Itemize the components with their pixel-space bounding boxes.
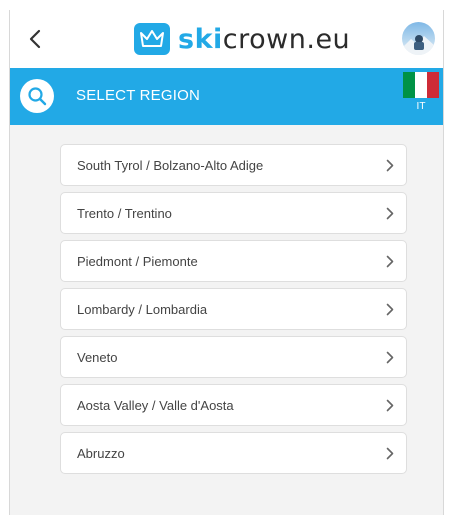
chevron-right-icon <box>386 399 394 412</box>
app-frame: skicrown.eu SELECT REGION IT South Tyrol… <box>9 10 444 515</box>
avatar-image <box>402 35 435 55</box>
region-item[interactable]: Trento / Trentino <box>60 192 407 234</box>
user-avatar[interactable] <box>402 22 435 55</box>
region-list: South Tyrol / Bolzano-Alto Adige Trento … <box>60 144 407 474</box>
logo-suffix: crown.eu <box>222 23 351 55</box>
region-item[interactable]: South Tyrol / Bolzano-Alto Adige <box>60 144 407 186</box>
region-label: Abruzzo <box>77 445 125 461</box>
logo-prefix: ski <box>178 23 223 55</box>
chevron-right-icon <box>386 447 394 460</box>
region-label: Aosta Valley / Valle d'Aosta <box>77 397 234 413</box>
chevron-right-icon <box>386 303 394 316</box>
italy-flag-icon <box>403 72 439 98</box>
region-label: Piedmont / Piemonte <box>77 253 198 269</box>
region-label: Trento / Trentino <box>77 205 172 221</box>
region-item[interactable]: Abruzzo <box>60 432 407 474</box>
region-label: Veneto <box>77 349 118 365</box>
country-selector[interactable]: IT <box>401 72 441 120</box>
chevron-right-icon <box>386 255 394 268</box>
country-code: IT <box>416 101 426 112</box>
chevron-right-icon <box>386 159 394 172</box>
chevron-right-icon <box>386 351 394 364</box>
region-label: Lombardy / Lombardia <box>77 301 208 317</box>
region-item[interactable]: Veneto <box>60 336 407 378</box>
chevron-right-icon <box>386 207 394 220</box>
top-bar: skicrown.eu <box>10 10 443 68</box>
chevron-left-icon <box>29 29 41 49</box>
region-label: South Tyrol / Bolzano-Alto Adige <box>77 157 264 173</box>
back-button[interactable] <box>22 26 48 52</box>
logo-text: skicrown.eu <box>178 26 350 53</box>
region-item[interactable]: Aosta Valley / Valle d'Aosta <box>60 384 407 426</box>
app-logo[interactable]: skicrown.eu <box>134 22 350 56</box>
region-item[interactable]: Piedmont / Piemonte <box>60 240 407 282</box>
search-button[interactable] <box>20 79 54 113</box>
crown-icon <box>134 23 170 55</box>
page-title: SELECT REGION <box>76 87 201 104</box>
region-item[interactable]: Lombardy / Lombardia <box>60 288 407 330</box>
region-bar: SELECT REGION IT <box>10 68 443 125</box>
search-icon <box>28 87 47 106</box>
